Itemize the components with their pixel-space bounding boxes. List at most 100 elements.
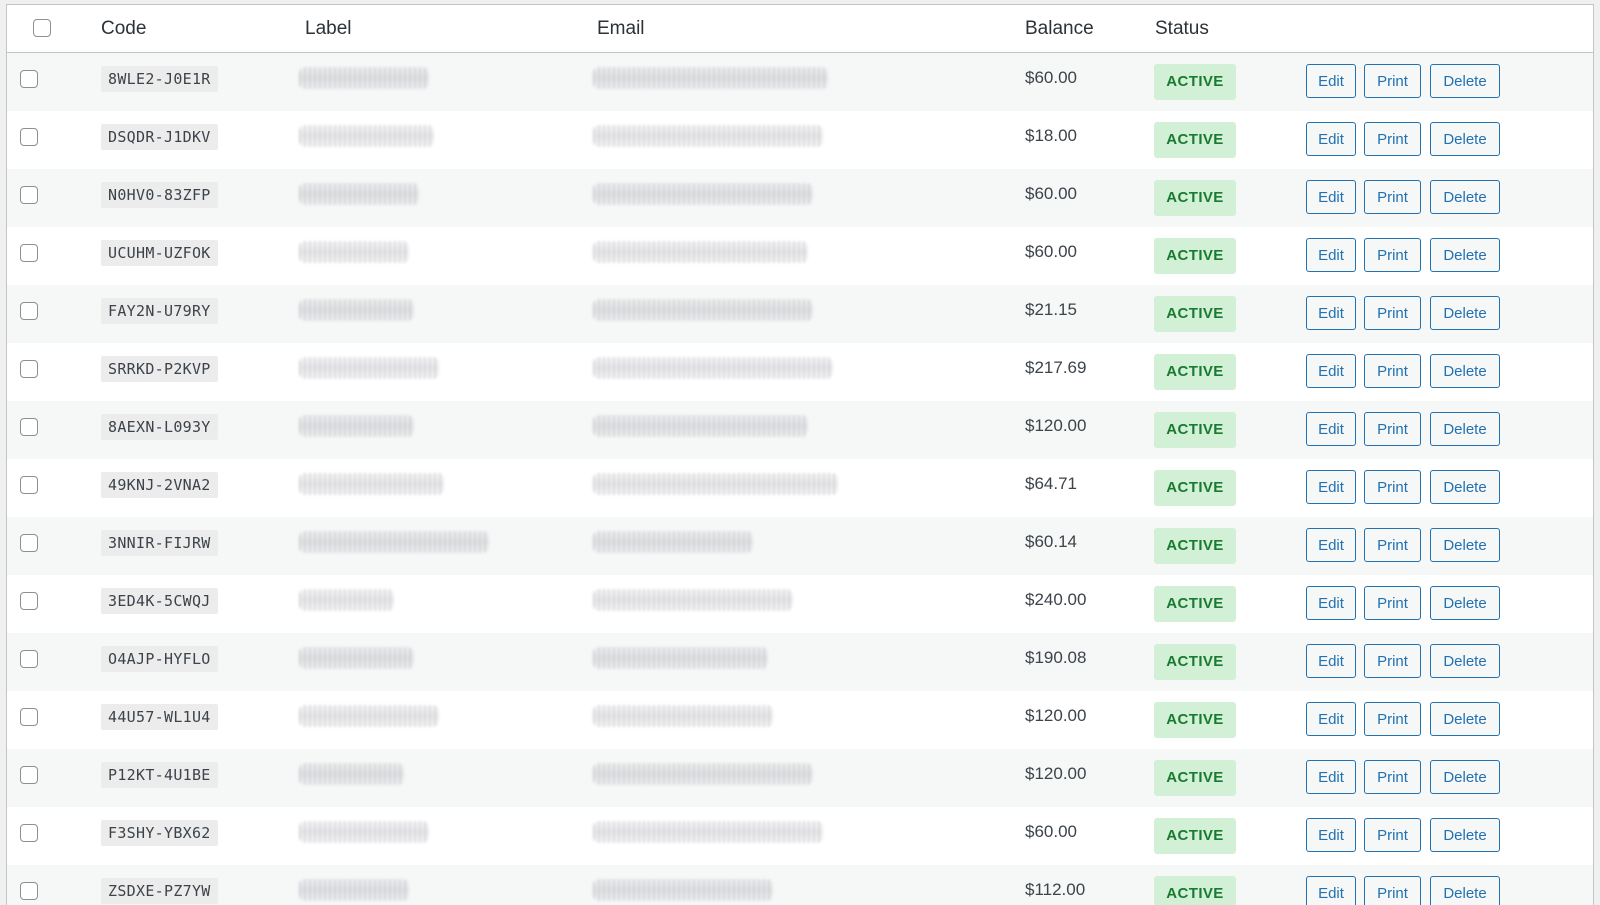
row-checkbox[interactable] xyxy=(20,418,38,436)
table-row: N0HV0-83ZFP $60.00 ACTIVE Edit Print Delete xyxy=(7,169,1593,227)
table-row: DSQDR-J1DKV $18.00 ACTIVE Edit Print Delete xyxy=(7,111,1593,169)
row-checkbox[interactable] xyxy=(20,882,38,900)
row-checkbox[interactable] xyxy=(20,534,38,552)
print-button[interactable]: Print xyxy=(1364,702,1421,736)
print-button[interactable]: Print xyxy=(1364,876,1421,905)
print-button[interactable]: Print xyxy=(1364,470,1421,504)
print-button[interactable]: Print xyxy=(1364,412,1421,446)
delete-button[interactable]: Delete xyxy=(1430,180,1500,214)
column-header-balance[interactable]: Balance xyxy=(1025,5,1094,52)
card-code: 3NNIR-FIJRW xyxy=(101,530,218,556)
redacted-label xyxy=(299,183,419,205)
print-button[interactable]: Print xyxy=(1364,122,1421,156)
balance-value: $60.14 xyxy=(1025,532,1077,551)
redacted-email xyxy=(593,183,813,205)
card-code: F3SHY-YBX62 xyxy=(101,820,218,846)
row-checkbox[interactable] xyxy=(20,244,38,262)
status-badge: ACTIVE xyxy=(1154,818,1236,854)
delete-button[interactable]: Delete xyxy=(1430,412,1500,446)
delete-button[interactable]: Delete xyxy=(1430,702,1500,736)
redacted-label xyxy=(299,125,434,147)
redacted-email xyxy=(593,299,813,321)
print-button[interactable]: Print xyxy=(1364,528,1421,562)
redacted-email xyxy=(593,821,823,843)
delete-button[interactable]: Delete xyxy=(1430,760,1500,794)
delete-button[interactable]: Delete xyxy=(1430,470,1500,504)
print-button[interactable]: Print xyxy=(1364,644,1421,678)
row-checkbox[interactable] xyxy=(20,766,38,784)
table-body: 8WLE2-J0E1R $60.00 ACTIVE Edit Print Delete DS… xyxy=(7,53,1593,905)
edit-button[interactable]: Edit xyxy=(1306,122,1356,156)
row-checkbox[interactable] xyxy=(20,824,38,842)
edit-button[interactable]: Edit xyxy=(1306,586,1356,620)
table-row: 3NNIR-FIJRW $60.14 ACTIVE Edit Print Delete xyxy=(7,517,1593,575)
print-button[interactable]: Print xyxy=(1364,238,1421,272)
delete-button[interactable]: Delete xyxy=(1430,296,1500,330)
edit-button[interactable]: Edit xyxy=(1306,296,1356,330)
edit-button[interactable]: Edit xyxy=(1306,238,1356,272)
row-checkbox[interactable] xyxy=(20,592,38,610)
table-row: O4AJP-HYFLO $190.08 ACTIVE Edit Print Delete xyxy=(7,633,1593,691)
row-checkbox[interactable] xyxy=(20,70,38,88)
row-checkbox[interactable] xyxy=(20,650,38,668)
edit-button[interactable]: Edit xyxy=(1306,876,1356,905)
row-checkbox[interactable] xyxy=(20,128,38,146)
print-button[interactable]: Print xyxy=(1364,64,1421,98)
edit-button[interactable]: Edit xyxy=(1306,64,1356,98)
status-badge: ACTIVE xyxy=(1154,528,1236,564)
delete-button[interactable]: Delete xyxy=(1430,122,1500,156)
edit-button[interactable]: Edit xyxy=(1306,354,1356,388)
redacted-email xyxy=(593,357,833,379)
print-button[interactable]: Print xyxy=(1364,296,1421,330)
delete-button[interactable]: Delete xyxy=(1430,876,1500,905)
delete-button[interactable]: Delete xyxy=(1430,528,1500,562)
delete-button[interactable]: Delete xyxy=(1430,238,1500,272)
select-all-checkbox[interactable] xyxy=(33,19,51,37)
status-badge: ACTIVE xyxy=(1154,760,1236,796)
edit-button[interactable]: Edit xyxy=(1306,528,1356,562)
edit-button[interactable]: Edit xyxy=(1306,412,1356,446)
delete-button[interactable]: Delete xyxy=(1430,354,1500,388)
column-header-email[interactable]: Email xyxy=(597,5,645,52)
delete-button[interactable]: Delete xyxy=(1430,586,1500,620)
card-code: 8WLE2-J0E1R xyxy=(101,66,218,92)
print-button[interactable]: Print xyxy=(1364,354,1421,388)
print-button[interactable]: Print xyxy=(1364,760,1421,794)
row-checkbox[interactable] xyxy=(20,360,38,378)
redacted-label xyxy=(299,647,414,669)
redacted-email xyxy=(593,705,773,727)
delete-button[interactable]: Delete xyxy=(1430,644,1500,678)
table-row: 44U57-WL1U4 $120.00 ACTIVE Edit Print Delete xyxy=(7,691,1593,749)
edit-button[interactable]: Edit xyxy=(1306,470,1356,504)
table-row: FAY2N-U79RY $21.15 ACTIVE Edit Print Delete xyxy=(7,285,1593,343)
edit-button[interactable]: Edit xyxy=(1306,702,1356,736)
table-row: P12KT-4U1BE $120.00 ACTIVE Edit Print Delete xyxy=(7,749,1593,807)
redacted-label xyxy=(299,705,439,727)
delete-button[interactable]: Delete xyxy=(1430,64,1500,98)
edit-button[interactable]: Edit xyxy=(1306,644,1356,678)
print-button[interactable]: Print xyxy=(1364,818,1421,852)
balance-value: $120.00 xyxy=(1025,416,1087,435)
card-code: 49KNJ-2VNA2 xyxy=(101,472,218,498)
delete-button[interactable]: Delete xyxy=(1430,818,1500,852)
row-checkbox[interactable] xyxy=(20,708,38,726)
column-header-label[interactable]: Label xyxy=(305,5,352,52)
print-button[interactable]: Print xyxy=(1364,586,1421,620)
balance-value: $60.00 xyxy=(1025,184,1077,203)
redacted-label xyxy=(299,763,404,785)
redacted-email xyxy=(593,125,823,147)
redacted-label xyxy=(299,357,439,379)
edit-button[interactable]: Edit xyxy=(1306,180,1356,214)
column-header-status[interactable]: Status xyxy=(1155,5,1209,52)
print-button[interactable]: Print xyxy=(1364,180,1421,214)
redacted-email xyxy=(593,67,828,89)
gift-cards-table: Code Label Email Balance Status 8WLE2-J0… xyxy=(6,4,1594,905)
row-checkbox[interactable] xyxy=(20,186,38,204)
column-header-code[interactable]: Code xyxy=(101,5,146,52)
status-badge: ACTIVE xyxy=(1154,702,1236,738)
card-code: O4AJP-HYFLO xyxy=(101,646,218,672)
edit-button[interactable]: Edit xyxy=(1306,818,1356,852)
edit-button[interactable]: Edit xyxy=(1306,760,1356,794)
row-checkbox[interactable] xyxy=(20,476,38,494)
row-checkbox[interactable] xyxy=(20,302,38,320)
